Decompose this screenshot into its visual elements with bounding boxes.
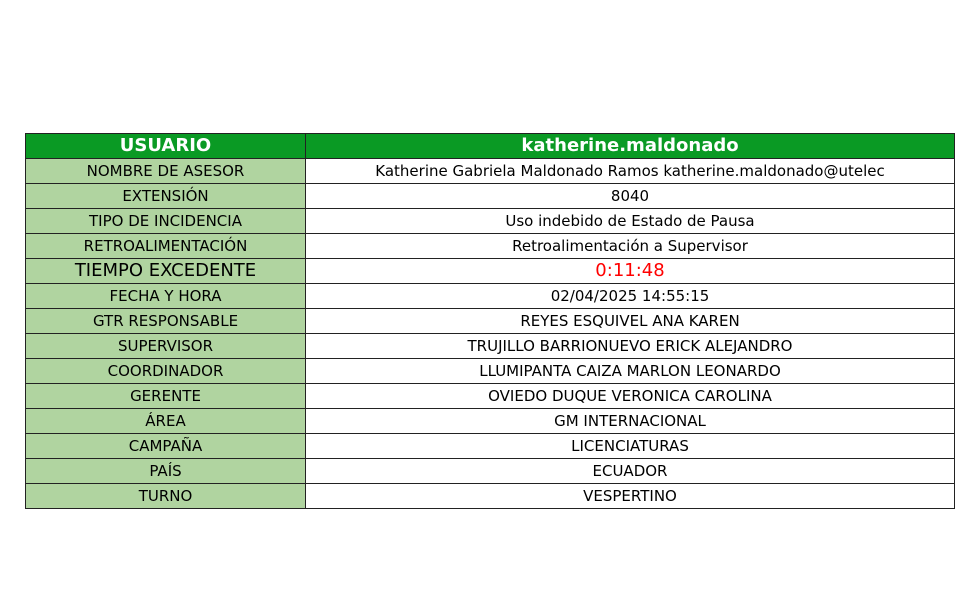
label-retroalimentacion: RETROALIMENTACIÓN bbox=[25, 233, 306, 259]
label-gtr-responsable: GTR RESPONSABLE bbox=[25, 308, 306, 334]
row-gerente: GERENTE OVIEDO DUQUE VERONICA CAROLINA bbox=[25, 383, 955, 409]
label-gerente: GERENTE bbox=[25, 383, 306, 409]
value-fecha-y-hora: 02/04/2025 14:55:15 bbox=[305, 283, 955, 309]
label-coordinador: COORDINADOR bbox=[25, 358, 306, 384]
row-tipo-de-incidencia: TIPO DE INCIDENCIA Uso indebido de Estad… bbox=[25, 208, 955, 234]
row-coordinador: COORDINADOR LLUMIPANTA CAIZA MARLON LEON… bbox=[25, 358, 955, 384]
value-gtr-responsable: REYES ESQUIVEL ANA KAREN bbox=[305, 308, 955, 334]
label-nombre-de-asesor: NOMBRE DE ASESOR bbox=[25, 158, 306, 184]
row-supervisor: SUPERVISOR TRUJILLO BARRIONUEVO ERICK AL… bbox=[25, 333, 955, 359]
header-label: USUARIO bbox=[25, 133, 306, 159]
row-extension: EXTENSIÓN 8040 bbox=[25, 183, 955, 209]
value-campana: LICENCIATURAS bbox=[305, 433, 955, 459]
row-gtr-responsable: GTR RESPONSABLE REYES ESQUIVEL ANA KAREN bbox=[25, 308, 955, 334]
label-campana: CAMPAÑA bbox=[25, 433, 306, 459]
row-retroalimentacion: RETROALIMENTACIÓN Retroalimentación a Su… bbox=[25, 233, 955, 259]
label-supervisor: SUPERVISOR bbox=[25, 333, 306, 359]
row-campana: CAMPAÑA LICENCIATURAS bbox=[25, 433, 955, 459]
value-area: GM INTERNACIONAL bbox=[305, 408, 955, 434]
header-value: katherine.maldonado bbox=[305, 133, 955, 159]
value-retroalimentacion: Retroalimentación a Supervisor bbox=[305, 233, 955, 259]
incident-report-table: USUARIO katherine.maldonado NOMBRE DE AS… bbox=[25, 133, 955, 509]
value-extension: 8040 bbox=[305, 183, 955, 209]
label-turno: TURNO bbox=[25, 483, 306, 509]
row-tiempo-excedente: TIEMPO EXCEDENTE 0:11:48 bbox=[25, 258, 955, 284]
row-fecha-y-hora: FECHA Y HORA 02/04/2025 14:55:15 bbox=[25, 283, 955, 309]
label-pais: PAÍS bbox=[25, 458, 306, 484]
value-tiempo-excedente: 0:11:48 bbox=[305, 258, 955, 284]
label-tiempo-excedente: TIEMPO EXCEDENTE bbox=[25, 258, 306, 284]
value-tipo-de-incidencia: Uso indebido de Estado de Pausa bbox=[305, 208, 955, 234]
row-area: ÁREA GM INTERNACIONAL bbox=[25, 408, 955, 434]
label-fecha-y-hora: FECHA Y HORA bbox=[25, 283, 306, 309]
value-gerente: OVIEDO DUQUE VERONICA CAROLINA bbox=[305, 383, 955, 409]
row-turno: TURNO VESPERTINO bbox=[25, 483, 955, 509]
value-supervisor: TRUJILLO BARRIONUEVO ERICK ALEJANDRO bbox=[305, 333, 955, 359]
value-pais: ECUADOR bbox=[305, 458, 955, 484]
value-coordinador: LLUMIPANTA CAIZA MARLON LEONARDO bbox=[305, 358, 955, 384]
value-turno: VESPERTINO bbox=[305, 483, 955, 509]
row-pais: PAÍS ECUADOR bbox=[25, 458, 955, 484]
row-nombre-de-asesor: NOMBRE DE ASESOR Katherine Gabriela Mald… bbox=[25, 158, 955, 184]
header-row: USUARIO katherine.maldonado bbox=[25, 133, 955, 159]
value-nombre-de-asesor: Katherine Gabriela Maldonado Ramos kathe… bbox=[305, 158, 955, 184]
label-extension: EXTENSIÓN bbox=[25, 183, 306, 209]
label-area: ÁREA bbox=[25, 408, 306, 434]
label-tipo-de-incidencia: TIPO DE INCIDENCIA bbox=[25, 208, 306, 234]
